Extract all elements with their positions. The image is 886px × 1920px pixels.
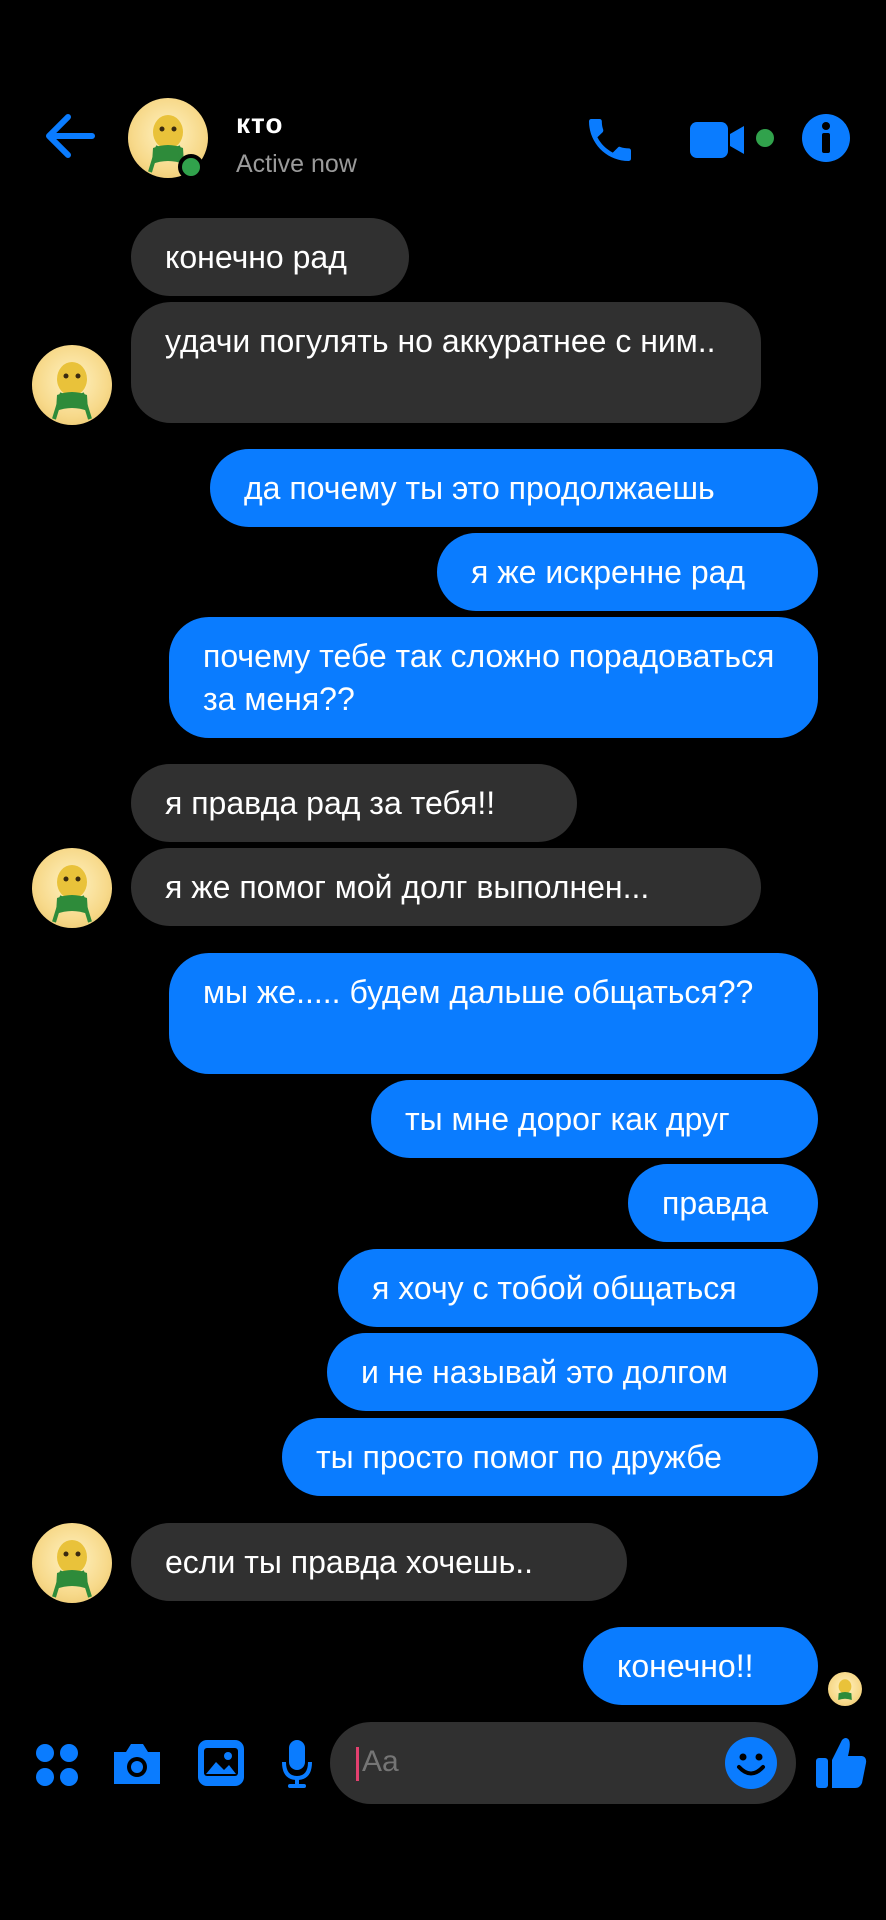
emoji-icon[interactable]: [724, 1736, 778, 1790]
message-incoming[interactable]: я правда рад за тебя!!: [131, 764, 577, 842]
contact-avatar[interactable]: [32, 848, 112, 928]
message-input[interactable]: [360, 1744, 704, 1780]
video-active-dot: [756, 129, 774, 147]
message-incoming[interactable]: удачи погулять но аккуратнее с ним..: [131, 302, 761, 423]
seen-indicator-avatar: [828, 1672, 862, 1706]
microphone-icon[interactable]: [280, 1738, 314, 1790]
message-outgoing[interactable]: да почему ты это продолжаешь: [210, 449, 818, 527]
gallery-icon[interactable]: [196, 1738, 246, 1788]
message-outgoing[interactable]: ты мне дорог как друг: [371, 1080, 818, 1158]
message-outgoing[interactable]: я же искренне рад: [437, 533, 818, 611]
message-outgoing[interactable]: мы же..... будем дальше общаться??: [169, 953, 818, 1074]
apps-grid-icon[interactable]: [34, 1742, 80, 1788]
message-incoming[interactable]: если ты правда хочешь..: [131, 1523, 627, 1601]
thumbs-up-icon[interactable]: [814, 1734, 868, 1790]
message-outgoing[interactable]: я хочу с тобой общаться: [338, 1249, 818, 1327]
contact-avatar[interactable]: [32, 345, 112, 425]
message-outgoing[interactable]: ты просто помог по дружбе: [282, 1418, 818, 1496]
message-outgoing[interactable]: почему тебе так сложно порадоваться за м…: [169, 617, 818, 738]
phone-icon[interactable]: [580, 112, 640, 168]
message-outgoing[interactable]: конечно!!: [583, 1627, 818, 1705]
contact-name[interactable]: кто: [236, 108, 283, 140]
message-outgoing[interactable]: и не называй это долгом: [327, 1333, 818, 1411]
info-icon[interactable]: [800, 112, 852, 164]
video-camera-icon[interactable]: [688, 118, 748, 162]
back-arrow-icon[interactable]: [40, 108, 100, 164]
online-status-dot: [178, 154, 204, 180]
message-incoming[interactable]: я же помог мой долг выполнен...: [131, 848, 761, 926]
contact-status: Active now: [236, 150, 357, 178]
contact-avatar[interactable]: [32, 1523, 112, 1603]
message-incoming[interactable]: конечно рад: [131, 218, 409, 296]
camera-icon[interactable]: [110, 1740, 164, 1788]
text-cursor: [356, 1747, 359, 1781]
message-outgoing[interactable]: правда: [628, 1164, 818, 1242]
